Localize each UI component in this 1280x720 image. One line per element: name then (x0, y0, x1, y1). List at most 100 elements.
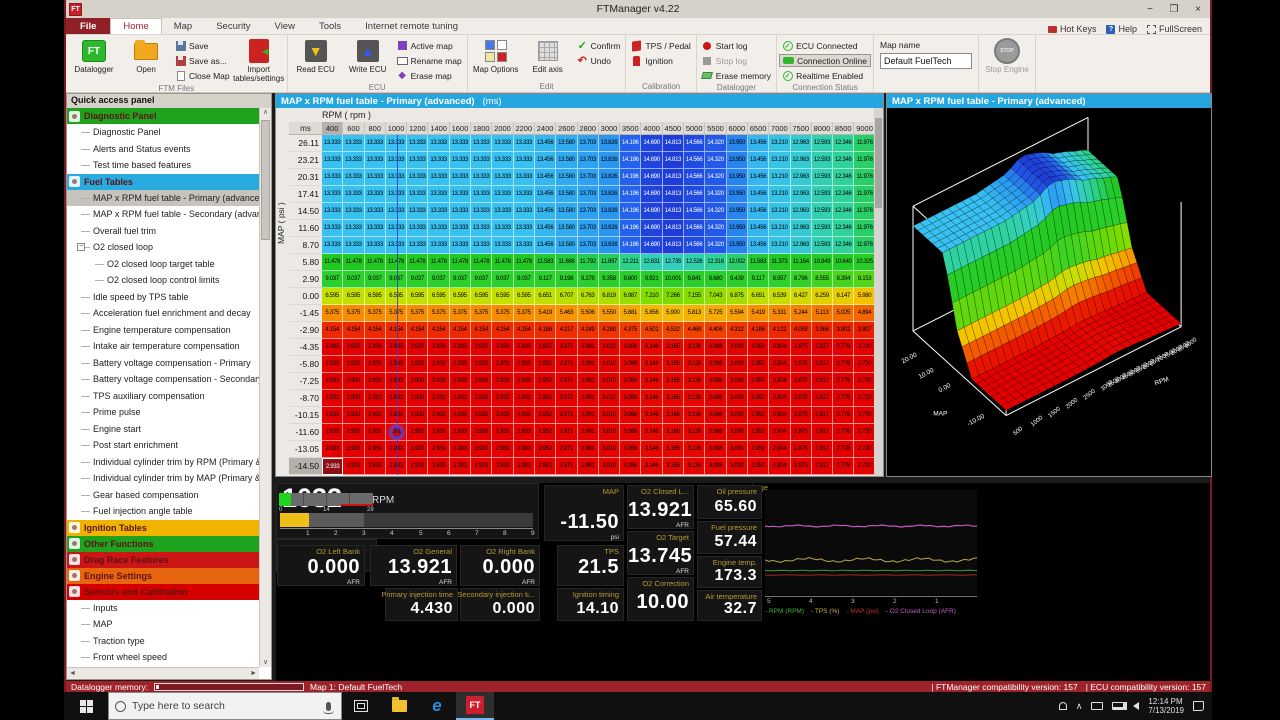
table-cell[interactable]: 13.333 (514, 220, 535, 237)
rpm-column-header[interactable]: 5000 (684, 122, 705, 135)
table-cell[interactable]: 6.259 (812, 288, 833, 305)
table-cell[interactable]: 14.196 (620, 152, 641, 169)
table-cell[interactable]: 11.976 (854, 237, 875, 254)
table-cell[interactable]: 3.088 (705, 339, 726, 356)
table-cell[interactable]: 2.933 (450, 458, 471, 475)
table-cell[interactable]: 9.037 (492, 271, 513, 288)
rpm-column-header[interactable]: 6000 (727, 122, 748, 135)
table-cell[interactable]: 12.316 (705, 254, 726, 271)
table-cell[interactable]: 2.933 (322, 390, 343, 407)
save-as--button[interactable]: Save as... (172, 54, 233, 67)
table-cell[interactable]: 13.826 (599, 203, 620, 220)
table-cell[interactable]: 2.933 (343, 458, 364, 475)
table-cell[interactable]: 13.456 (535, 135, 556, 152)
table-cell[interactable]: 3.088 (705, 373, 726, 390)
table-cell[interactable]: 2.933 (450, 339, 471, 356)
rpm-column-header[interactable]: 1800 (471, 122, 492, 135)
table-cell[interactable]: 2.933 (365, 339, 386, 356)
table-cell[interactable]: 11.897 (599, 254, 620, 271)
table-cell[interactable]: 13.333 (471, 186, 492, 203)
sidebar-horizontal-scrollbar[interactable]: ◄► (67, 667, 259, 679)
table-cell[interactable]: 2.933 (343, 339, 364, 356)
table-cell[interactable]: 13.580 (556, 237, 577, 254)
table-cell[interactable]: 3.165 (663, 373, 684, 390)
table-cell[interactable]: 13.456 (748, 203, 769, 220)
table-cell[interactable]: 13.580 (556, 186, 577, 203)
table-cell[interactable]: 14.813 (663, 220, 684, 237)
people-tray-icon[interactable] (1059, 702, 1067, 710)
table-cell[interactable]: 8.555 (812, 271, 833, 288)
ignition-button[interactable]: Ignition (628, 54, 693, 67)
table-cell[interactable]: 2.933 (407, 424, 428, 441)
table-cell[interactable]: 13.333 (492, 237, 513, 254)
sidebar-item-individual-cylinder-trim-by-rpm-primary-[interactable]: Individual cylinder trim by RPM (Primary… (67, 454, 259, 471)
table-cell[interactable]: 2.952 (535, 458, 556, 475)
tab-file[interactable]: File (66, 18, 110, 34)
table-cell[interactable]: 5.463 (556, 305, 577, 322)
fuel-table-scrollbar[interactable] (874, 108, 883, 476)
table-cell[interactable]: 2.991 (578, 441, 599, 458)
import-tables-settings-button[interactable]: Import tables/settings (233, 36, 285, 83)
collapse-expander-icon[interactable]: − (77, 243, 85, 251)
table-cell[interactable]: 13.210 (769, 220, 790, 237)
table-cell[interactable]: 2.933 (343, 424, 364, 441)
table-cell[interactable]: 13.333 (428, 135, 449, 152)
table-cell[interactable]: 5.419 (535, 305, 556, 322)
table-cell[interactable]: 12.631 (641, 254, 662, 271)
table-cell[interactable]: 13.456 (748, 152, 769, 169)
table-cell[interactable]: 2.933 (322, 424, 343, 441)
map-options-button[interactable]: Map Options (470, 36, 522, 81)
table-cell[interactable]: 6.595 (322, 288, 343, 305)
table-cell[interactable]: 13.333 (450, 220, 471, 237)
table-cell[interactable]: 2.720 (854, 339, 875, 356)
table-cell[interactable]: 9.117 (535, 271, 556, 288)
table-cell[interactable]: 3.126 (684, 441, 705, 458)
erase-memory-button[interactable]: Erase memory (699, 69, 774, 82)
table-cell[interactable]: 2.933 (428, 356, 449, 373)
table-cell[interactable]: 13.210 (769, 135, 790, 152)
table-cell[interactable]: 13.210 (769, 152, 790, 169)
table-cell[interactable]: 2.971 (556, 424, 577, 441)
table-cell[interactable]: 13.333 (428, 237, 449, 254)
table-cell[interactable]: 4.501 (641, 322, 662, 339)
table-cell[interactable]: 4.217 (556, 322, 577, 339)
map-row-header[interactable]: -4.35 (289, 339, 322, 356)
table-cell[interactable]: 3.165 (663, 441, 684, 458)
network-tray-icon[interactable] (1112, 702, 1124, 710)
table-cell[interactable]: 9.037 (343, 271, 364, 288)
table-cell[interactable]: 8.957 (769, 271, 790, 288)
table-cell[interactable]: 2.933 (428, 390, 449, 407)
table-cell[interactable]: 2.933 (514, 424, 535, 441)
table-cell[interactable]: 3.010 (599, 339, 620, 356)
table-cell[interactable]: 13.333 (471, 237, 492, 254)
table-cell[interactable]: 13.333 (407, 152, 428, 169)
table-cell[interactable]: 11.583 (748, 254, 769, 271)
table-cell[interactable]: 5.594 (727, 305, 748, 322)
table-cell[interactable]: 13.210 (769, 237, 790, 254)
table-cell[interactable]: 2.720 (854, 441, 875, 458)
rpm-column-header[interactable]: 800 (365, 122, 386, 135)
table-cell[interactable]: 2.933 (492, 390, 513, 407)
table-cell[interactable]: 2.875 (791, 441, 812, 458)
sidebar-section-other-functions[interactable]: Other Functions (67, 536, 259, 552)
table-cell[interactable]: 3.068 (620, 339, 641, 356)
table-cell[interactable]: 13.456 (748, 237, 769, 254)
table-cell[interactable]: 14.566 (684, 135, 705, 152)
edit-axis-button[interactable]: Edit axis (522, 36, 574, 81)
table-cell[interactable]: 6.427 (791, 288, 812, 305)
table-cell[interactable]: 2.952 (535, 339, 556, 356)
table-cell[interactable]: 13.333 (343, 220, 364, 237)
table-cell[interactable]: 13.333 (343, 152, 364, 169)
table-cell[interactable]: 10.640 (833, 254, 854, 271)
sidebar-item-post-start-enrichment[interactable]: Post start enrichment (67, 437, 259, 454)
table-cell[interactable]: 6.595 (365, 288, 386, 305)
table-cell[interactable]: 13.456 (535, 203, 556, 220)
table-cell[interactable]: 2.933 (492, 339, 513, 356)
tps-pedal-button[interactable]: TPS / Pedal (628, 39, 693, 52)
table-cell[interactable]: 6.763 (578, 288, 599, 305)
tab-map[interactable]: Map (162, 18, 204, 34)
table-cell[interactable]: 2.904 (769, 407, 790, 424)
table-cell[interactable]: 13.333 (471, 152, 492, 169)
table-cell[interactable]: 13.826 (599, 169, 620, 186)
table-cell[interactable]: 3.126 (684, 339, 705, 356)
